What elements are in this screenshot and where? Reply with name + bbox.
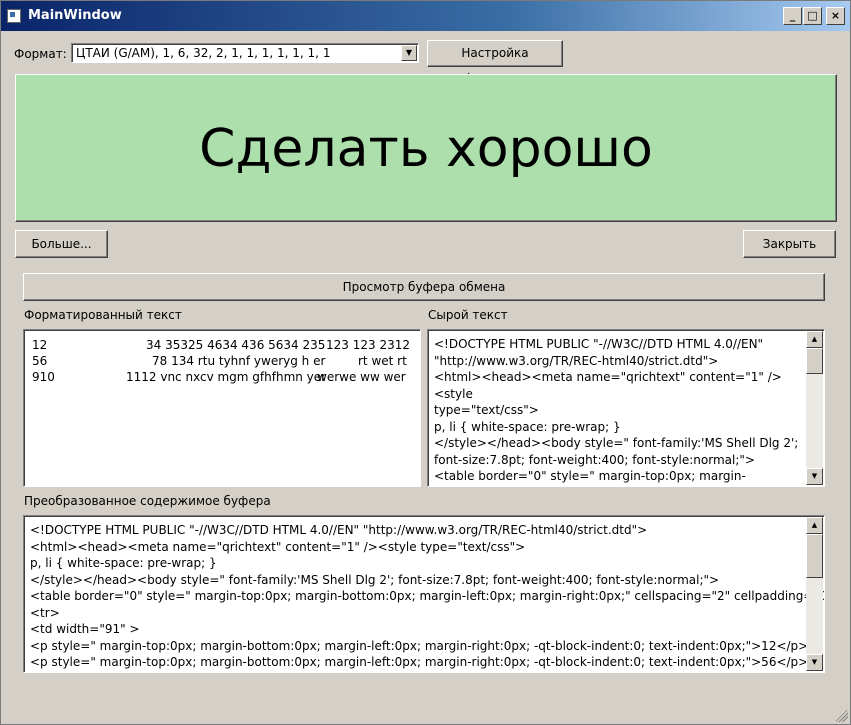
- table-cell: rt wet rt: [358, 354, 407, 368]
- window-title: MainWindow: [28, 8, 122, 23]
- converted-text-view[interactable]: <!DOCTYPE HTML PUBLIC "-//W3C//DTD HTML …: [23, 515, 825, 673]
- table-cell: werwe ww wer: [317, 370, 406, 384]
- format-select[interactable]: ЦТАИ (G/AM), 1, 6, 32, 2, 1, 1, 1, 1, 1,…: [71, 43, 419, 63]
- chevron-down-icon[interactable]: ▼: [401, 45, 417, 61]
- converted-scrollbar[interactable]: ▲ ▼: [806, 517, 823, 671]
- close-button[interactable]: Закрыть: [743, 230, 836, 258]
- scroll-thumb[interactable]: [806, 534, 823, 578]
- table-cell: 123 123 2312: [326, 338, 410, 352]
- table-cell: 12: [32, 338, 48, 352]
- raw-scrollbar[interactable]: ▲ ▼: [806, 331, 823, 485]
- table-cell: 56: [32, 354, 48, 368]
- scroll-down-icon[interactable]: ▼: [806, 654, 823, 671]
- table-cell: 910: [32, 370, 55, 384]
- format-select-value: ЦТАИ (G/AM), 1, 6, 32, 2, 1, 1, 1, 1, 1,…: [76, 46, 331, 60]
- title-bar[interactable]: MainWindow _ □ ×: [1, 1, 850, 31]
- raw-text-content: <!DOCTYPE HTML PUBLIC "-//W3C//DTD HTML …: [434, 337, 799, 486]
- table-cell: 34 35325 4634 436 5634 235: [146, 338, 326, 352]
- scroll-thumb[interactable]: [806, 348, 823, 374]
- raw-text-label: Сырой текст: [428, 308, 508, 322]
- scroll-down-icon[interactable]: ▼: [806, 468, 823, 485]
- format-settings-button[interactable]: Настройка форматов: [427, 40, 563, 85]
- formatted-text-label: Форматированный текст: [24, 308, 182, 322]
- converted-label: Преобразованное содержимое буфера: [24, 494, 271, 508]
- view-clipboard-button[interactable]: Просмотр буфера обмена: [23, 273, 825, 301]
- minimize-button[interactable]: _: [783, 7, 802, 25]
- close-window-button[interactable]: ×: [826, 7, 845, 25]
- table-cell: 78 134 rtu tyhnf yweryg h er: [152, 354, 326, 368]
- maximize-button[interactable]: □: [803, 7, 822, 25]
- app-icon: [7, 9, 21, 23]
- scroll-up-icon[interactable]: ▲: [806, 517, 823, 534]
- resize-grip-icon[interactable]: [836, 710, 848, 722]
- table-cell: 1112 vnc nxcv mgm gfhfhmn yer: [126, 370, 327, 384]
- scroll-up-icon[interactable]: ▲: [806, 331, 823, 348]
- more-button[interactable]: Больше...: [15, 230, 108, 258]
- converted-text-content: <!DOCTYPE HTML PUBLIC "-//W3C//DTD HTML …: [30, 523, 824, 672]
- formatted-text-view[interactable]: 12 34 35325 4634 436 5634 235 123 123 23…: [23, 329, 421, 487]
- make-good-button[interactable]: Сделать хорошо: [15, 74, 837, 222]
- main-window: MainWindow _ □ × Формат: ЦТАИ (G/AM), 1,…: [0, 0, 851, 725]
- format-label: Формат:: [14, 47, 67, 61]
- raw-text-view[interactable]: <!DOCTYPE HTML PUBLIC "-//W3C//DTD HTML …: [427, 329, 825, 487]
